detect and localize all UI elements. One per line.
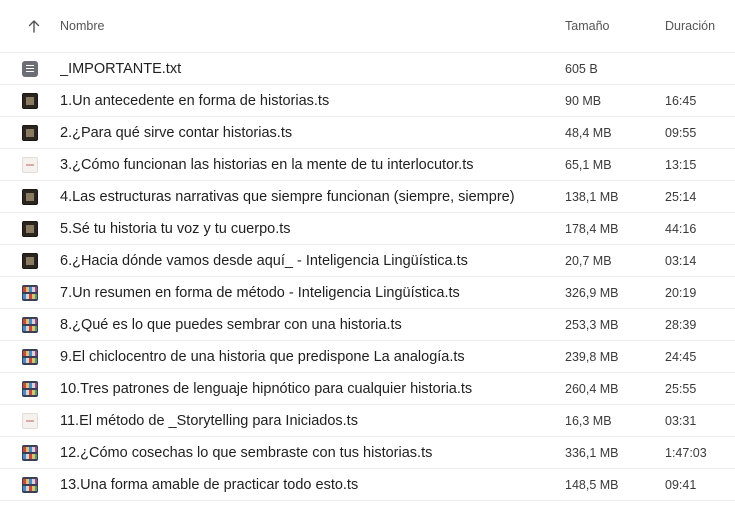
file-duration: 24:45 (665, 349, 697, 364)
file-name[interactable]: 13.Una forma amable de practicar todo es… (60, 477, 565, 493)
file-name[interactable]: 10.Tres patrones de lenguaje hipnótico p… (60, 381, 565, 397)
file-name[interactable]: 1.Un antecedente en forma de historias.t… (60, 93, 565, 109)
file-size: 138,1 MB (565, 189, 619, 204)
file-duration: 25:14 (665, 189, 697, 204)
file-row[interactable]: 13.Una forma amable de practicar todo es… (0, 469, 735, 501)
text-file-icon (22, 60, 38, 77)
video-thumbnail-icon (22, 380, 38, 397)
file-icon-cell (0, 220, 60, 237)
file-icon-cell (0, 156, 60, 173)
file-row[interactable]: 6.¿Hacia dónde vamos desde aquí_ - Intel… (0, 245, 735, 277)
file-name[interactable]: 12.¿Cómo cosechas lo que sembraste con t… (60, 445, 565, 461)
file-icon-cell (0, 124, 60, 141)
file-name[interactable]: 7.Un resumen en forma de método - Inteli… (60, 285, 565, 301)
file-list-header: Nombre Tamaño Duración (0, 0, 735, 53)
file-row[interactable]: 5.Sé tu historia tu voz y tu cuerpo.ts 17… (0, 213, 735, 245)
file-list: Nombre Tamaño Duración _IMPORTANTE.txt 60… (0, 0, 735, 501)
file-name[interactable]: 4.Las estructuras narrativas que siempre… (60, 189, 565, 205)
file-row[interactable]: 8.¿Qué es lo que puedes sembrar con una … (0, 309, 735, 341)
video-thumbnail-icon (22, 412, 38, 429)
video-thumbnail-icon (22, 188, 38, 205)
file-size: 253,3 MB (565, 317, 619, 332)
column-header-size[interactable]: Tamaño (565, 19, 665, 33)
file-name[interactable]: 6.¿Hacia dónde vamos desde aquí_ - Intel… (60, 253, 565, 269)
file-duration: 03:14 (665, 253, 697, 268)
file-icon-cell (0, 316, 60, 333)
file-duration: 1:47:03 (665, 445, 707, 460)
file-icon-cell (0, 60, 60, 77)
sort-ascending-icon (28, 20, 40, 33)
file-size: 178,4 MB (565, 221, 619, 236)
file-row[interactable]: 12.¿Cómo cosechas lo que sembraste con t… (0, 437, 735, 469)
video-thumbnail-icon (22, 284, 38, 301)
file-name[interactable]: 8.¿Qué es lo que puedes sembrar con una … (60, 317, 565, 333)
file-icon-cell (0, 444, 60, 461)
file-row[interactable]: 11.El método de _Storytelling para Inici… (0, 405, 735, 437)
file-icon-cell (0, 252, 60, 269)
file-size: 90 MB (565, 93, 602, 108)
file-icon-cell (0, 92, 60, 109)
file-icon-cell (0, 284, 60, 301)
file-duration: 20:19 (665, 285, 697, 300)
file-size: 326,9 MB (565, 285, 619, 300)
file-icon-cell (0, 348, 60, 365)
file-row[interactable]: 2.¿Para qué sirve contar historias.ts 48,… (0, 117, 735, 149)
file-row[interactable]: 10.Tres patrones de lenguaje hipnótico p… (0, 373, 735, 405)
video-thumbnail-icon (22, 92, 38, 109)
file-size: 605 B (565, 61, 598, 76)
file-duration: 09:55 (665, 125, 697, 140)
file-name[interactable]: 3.¿Cómo funcionan las historias en la me… (60, 157, 565, 173)
file-row[interactable]: 3.¿Cómo funcionan las historias en la me… (0, 149, 735, 181)
file-size: 20,7 MB (565, 253, 612, 268)
file-icon-cell (0, 412, 60, 429)
video-thumbnail-icon (22, 316, 38, 333)
video-thumbnail-icon (22, 156, 38, 173)
file-name[interactable]: _IMPORTANTE.txt (60, 61, 565, 77)
file-name[interactable]: 9.El chiclocentro de una historia que pr… (60, 349, 565, 365)
file-duration: 03:31 (665, 413, 697, 428)
file-duration: 28:39 (665, 317, 697, 332)
file-size: 336,1 MB (565, 445, 619, 460)
file-name[interactable]: 5.Sé tu historia tu voz y tu cuerpo.ts (60, 221, 565, 237)
file-row[interactable]: _IMPORTANTE.txt 605 B (0, 53, 735, 85)
file-size: 48,4 MB (565, 125, 612, 140)
video-thumbnail-icon (22, 348, 38, 365)
file-duration: 25:55 (665, 381, 697, 396)
video-thumbnail-icon (22, 476, 38, 493)
video-thumbnail-icon (22, 124, 38, 141)
column-header-duration[interactable]: Duración (665, 19, 735, 33)
file-row[interactable]: 9.El chiclocentro de una historia que pr… (0, 341, 735, 373)
file-duration: 16:45 (665, 93, 697, 108)
video-thumbnail-icon (22, 444, 38, 461)
file-size: 148,5 MB (565, 477, 619, 492)
video-thumbnail-icon (22, 220, 38, 237)
file-row[interactable]: 7.Un resumen en forma de método - Inteli… (0, 277, 735, 309)
file-icon-cell (0, 476, 60, 493)
video-thumbnail-icon (22, 252, 38, 269)
file-duration: 09:41 (665, 477, 697, 492)
file-icon-cell (0, 380, 60, 397)
file-icon-cell (0, 188, 60, 205)
file-size: 260,4 MB (565, 381, 619, 396)
file-row[interactable]: 1.Un antecedente en forma de historias.t… (0, 85, 735, 117)
file-row[interactable]: 4.Las estructuras narrativas que siempre… (0, 181, 735, 213)
file-size: 65,1 MB (565, 157, 612, 172)
sort-button[interactable] (0, 19, 60, 33)
file-size: 16,3 MB (565, 413, 612, 428)
column-header-name[interactable]: Nombre (60, 19, 565, 33)
file-rows: _IMPORTANTE.txt 605 B 1.Un antecedente en … (0, 53, 735, 501)
file-duration: 44:16 (665, 221, 697, 236)
file-name[interactable]: 11.El método de _Storytelling para Inici… (60, 413, 565, 429)
file-size: 239,8 MB (565, 349, 619, 364)
file-duration: 13:15 (665, 157, 697, 172)
file-name[interactable]: 2.¿Para qué sirve contar historias.ts (60, 125, 565, 141)
